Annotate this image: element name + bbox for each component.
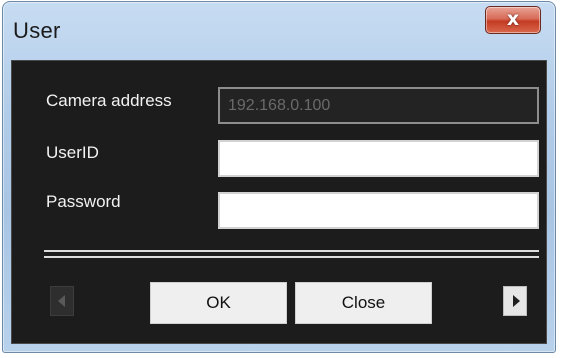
right-triangle-icon <box>513 295 520 307</box>
window-close-button[interactable]: x <box>485 6 541 34</box>
camera-address-label: Camera address <box>46 91 172 110</box>
dialog-content: Camera address UserID Password OK Close <box>11 60 547 344</box>
password-field[interactable] <box>218 192 539 229</box>
separator-line <box>44 250 539 258</box>
ok-button[interactable]: OK <box>150 282 287 324</box>
close-button[interactable]: Close <box>295 282 432 324</box>
user-id-label: UserID <box>46 143 99 162</box>
title-bar[interactable]: User x <box>3 2 555 60</box>
camera-address-field <box>218 87 539 124</box>
left-triangle-icon <box>58 295 65 307</box>
password-label: Password <box>46 192 121 211</box>
user-dialog-window: User x Camera address UserID Password OK… <box>2 1 556 353</box>
window-title: User <box>13 18 61 43</box>
next-button[interactable] <box>503 286 527 316</box>
close-icon: x <box>506 8 520 30</box>
previous-button[interactable] <box>50 286 74 316</box>
user-id-field[interactable] <box>218 140 539 177</box>
